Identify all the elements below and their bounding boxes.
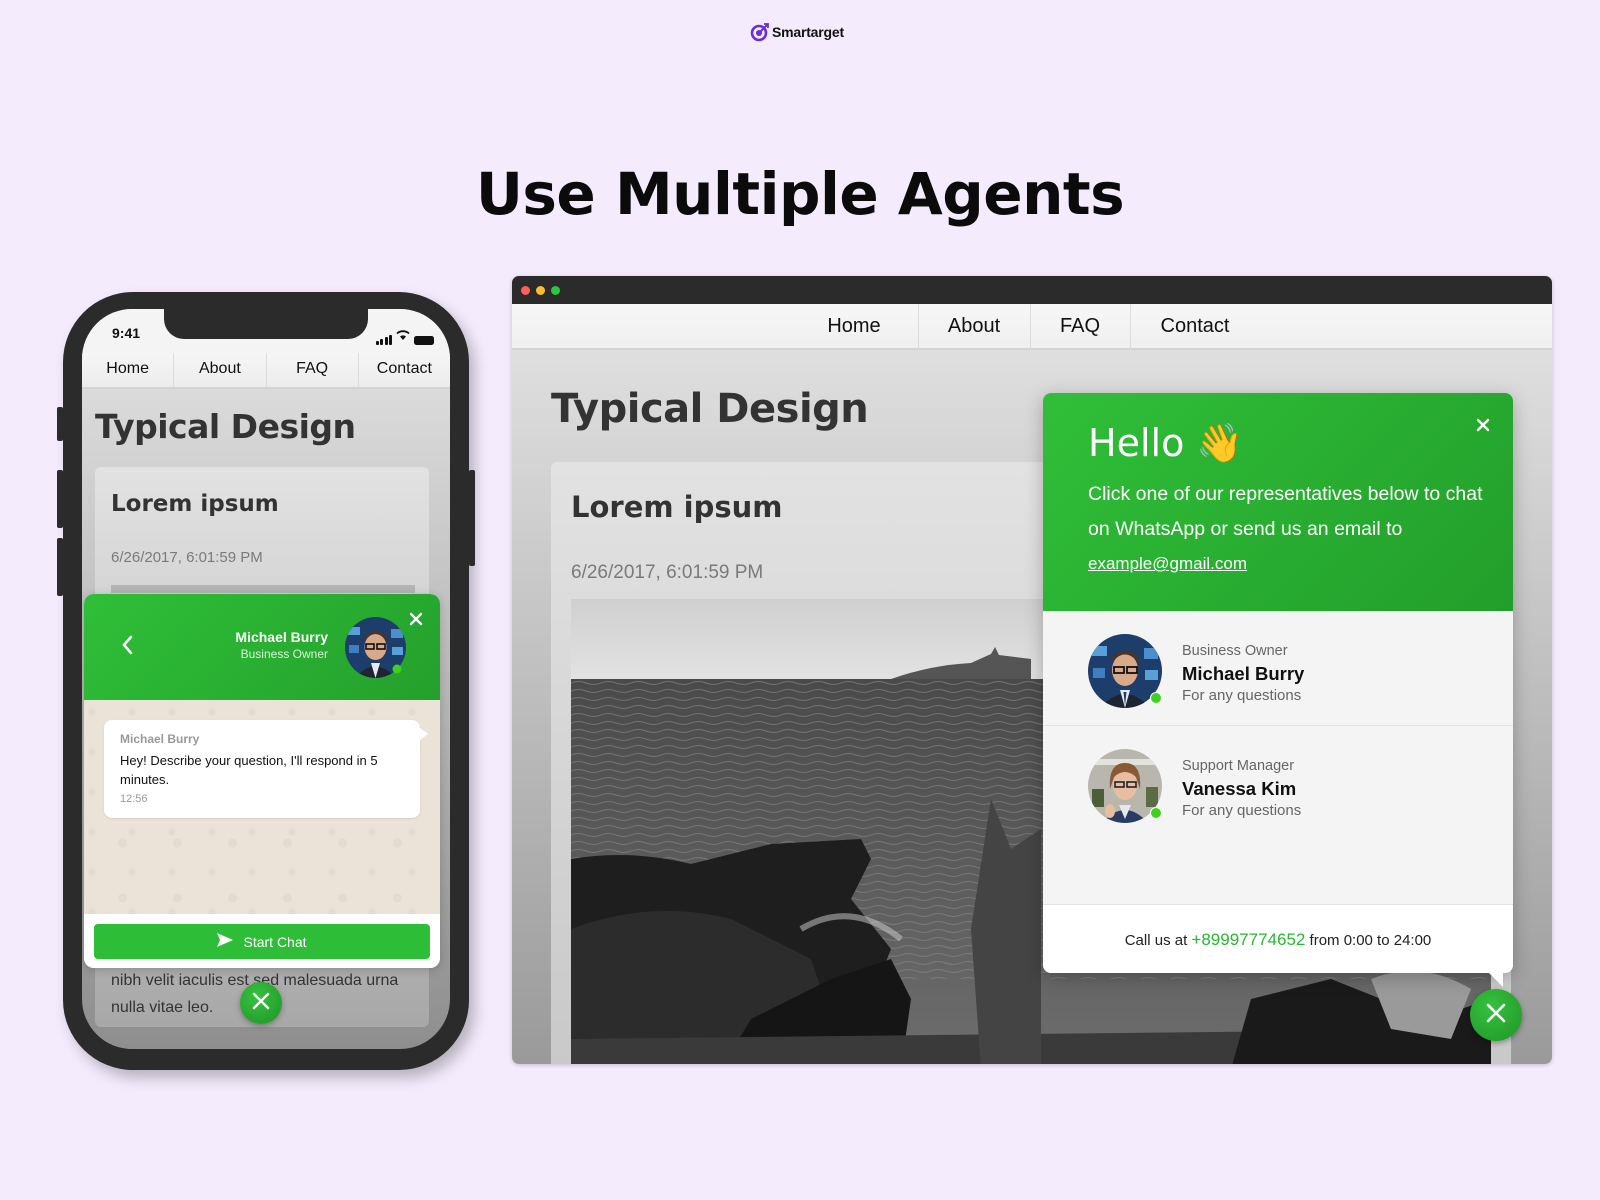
widget-description: Click one of our representatives below t… [1088,477,1488,582]
agent-item[interactable]: Business Owner Michael Burry For any que… [1043,611,1513,726]
headline: Use Multiple Agents [475,160,1125,228]
wifi-icon [396,327,410,345]
signal-icon [375,335,392,345]
phone-volume-down-button [57,538,63,596]
call-prefix: Call us at [1124,932,1188,949]
send-icon [217,933,234,950]
agent-item[interactable]: Support Manager Vanessa Kim For any ques… [1043,726,1513,841]
start-chat-button[interactable]: Start Chat [94,924,430,959]
phone-nav: Home About FAQ Contact [82,353,450,389]
widget-greeting: Hello 👋 [1088,421,1244,466]
agent-role: Business Owner [1182,643,1288,659]
chat-window: Michael Burry Business Owner Michael Bur… [84,594,440,968]
message-sender: Michael Burry [120,732,200,746]
post-date: 6/26/2017, 6:01:59 PM [571,562,764,583]
widget-header: Hello 👋 Click one of our representatives… [1043,393,1513,611]
phone-link[interactable]: +89997774652 [1191,930,1305,949]
agent-name: Michael Burry [1182,663,1305,684]
post-date: 6/26/2017, 6:01:59 PM [111,549,263,566]
page-title: Typical Design [551,386,869,432]
window-close-button[interactable] [521,286,530,295]
email-link[interactable]: example@gmail.com [1088,554,1247,573]
window-minimize-button[interactable] [536,286,545,295]
phone-mockup: 9:41 Home About FAQ Contact Typical Desi… [57,292,475,1070]
waving-hand-icon: 👋 [1196,421,1244,465]
chat-toggle-button[interactable] [240,982,282,1024]
phone-power-button [469,470,475,566]
post-title: Lorem ipsum [111,491,279,517]
agent-role: Support Manager [1182,758,1295,774]
site-nav: Home About FAQ Contact [512,304,1552,350]
browser-window: Home About FAQ Contact Typical Design Lo… [512,276,1552,1064]
agent-name: Vanessa Kim [1182,778,1297,799]
message-time: 12:56 [120,793,148,805]
close-icon[interactable] [1476,418,1490,432]
call-hours: from 0:00 to 24:00 [1309,932,1432,949]
target-logo-icon [750,22,770,42]
chat-agent-role: Business Owner [240,647,328,661]
avatar [1088,634,1162,708]
agent-note: For any questions [1182,687,1302,704]
nav-contact[interactable]: Contact [359,353,450,387]
status-time: 9:41 [112,325,141,341]
back-chevron-icon[interactable] [120,634,134,656]
close-icon [1485,1002,1507,1029]
agents-widget: Hello 👋 Click one of our representatives… [1043,393,1513,987]
browser-titlebar [512,276,1552,304]
chat-footer: Start Chat [84,914,440,968]
chat-header: Michael Burry Business Owner [84,594,440,700]
nav-home[interactable]: Home [802,304,906,350]
message-bubble: Michael Burry Hey! Describe your questio… [104,720,428,818]
window-maximize-button[interactable] [551,286,560,295]
page-title: Typical Design [95,407,356,446]
chat-body: Michael Burry Hey! Describe your questio… [84,700,440,914]
description-text: Click one of our representatives below t… [1088,483,1483,540]
greeting-text: Hello [1088,421,1185,465]
online-status-indicator [1150,807,1162,819]
post-title: Lorem ipsum [571,490,783,524]
close-icon[interactable] [409,612,423,626]
chat-agent-name: Michael Burry [235,629,328,645]
nav-faq[interactable]: FAQ [1030,304,1130,350]
message-text: Hey! Describe your question, I'll respon… [120,753,378,787]
close-icon [252,992,270,1015]
brand-name: Smartarget [772,24,844,40]
widget-toggle-button[interactable] [1470,989,1522,1041]
avatar [345,617,406,678]
start-chat-label: Start Chat [243,933,307,950]
nav-contact[interactable]: Contact [1130,304,1260,350]
phone-volume-up-button [57,470,63,528]
widget-footer: Call us at +89997774652 from 0:00 to 24:… [1043,904,1513,973]
nav-about[interactable]: About [918,304,1030,350]
avatar [1088,749,1162,823]
nav-home[interactable]: Home [82,353,175,387]
status-icons [375,327,434,345]
post-image-top [111,585,415,593]
phone-screen: 9:41 Home About FAQ Contact Typical Desi… [82,309,450,1049]
brand-logo: Smartarget [750,22,844,42]
phone-notch [164,309,368,339]
nav-faq[interactable]: FAQ [267,353,359,387]
online-status-indicator [1150,692,1162,704]
battery-icon [414,336,434,345]
phone-mute-button [57,407,63,441]
agent-note: For any questions [1182,802,1302,819]
nav-about[interactable]: About [174,353,267,387]
